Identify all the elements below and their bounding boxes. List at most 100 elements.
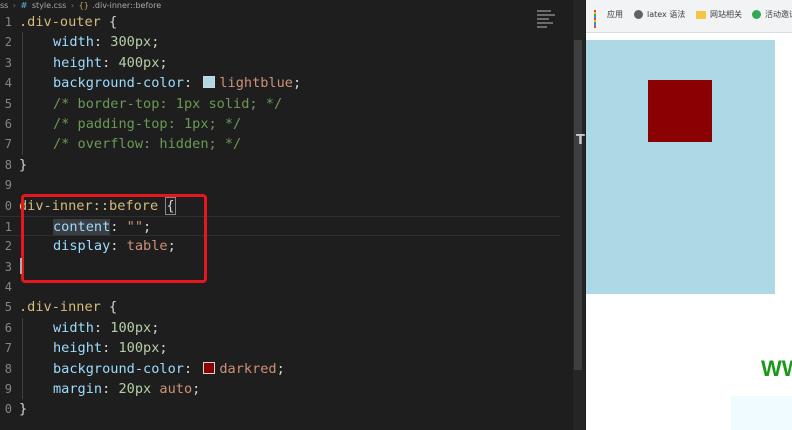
- code-text: }: [19, 155, 27, 175]
- code-text: height: 100px;: [53, 338, 168, 358]
- highlight-annotation-box: [21, 194, 207, 283]
- bookmark-apps[interactable]: 应用: [594, 9, 623, 28]
- code-token: ;: [151, 319, 160, 336]
- code-token: /* overflow: hidden; */: [53, 136, 242, 153]
- browser-preview: 应用 latex 语法 网站相关 活动邀请 WW: [586, 0, 792, 430]
- code-line[interactable]: 9 margin: 20px auto;: [0, 379, 560, 400]
- page-block-partial: [731, 396, 792, 430]
- site-favicon-icon: [752, 10, 761, 19]
- bookmark-latex[interactable]: latex 语法: [634, 9, 685, 20]
- code-text: width: 100px;: [53, 318, 159, 338]
- breadcrumb-file-prefix[interactable]: ss: [0, 0, 8, 11]
- code-token: ;: [159, 340, 168, 357]
- code-token: :: [183, 360, 201, 377]
- indent-guide: [22, 134, 23, 155]
- line-number: 7: [4, 341, 12, 356]
- apps-grid-icon: [594, 10, 603, 28]
- indent-guide: [22, 93, 23, 114]
- color-swatch[interactable]: [203, 76, 216, 89]
- bookmark-web-folder[interactable]: 网站相关: [696, 9, 742, 20]
- bookmark-label: latex 语法: [647, 10, 686, 19]
- breadcrumb-file-name[interactable]: style.css: [32, 0, 66, 11]
- code-token: width: [53, 34, 94, 51]
- code-line[interactable]: 4 background-color: lightblue;: [0, 73, 560, 94]
- code-token: .div-inner: [19, 299, 101, 316]
- code-editor[interactable]: ss › # style.css › {} .div-inner::before…: [0, 0, 586, 430]
- code-token: ;: [151, 34, 160, 51]
- indent-guide: [22, 358, 23, 380]
- line-number: 0: [4, 198, 12, 213]
- indent-guide: [22, 73, 23, 94]
- bookmark-activity[interactable]: 活动邀请: [752, 9, 792, 20]
- text-cursor: [20, 258, 22, 274]
- line-number: 2: [4, 35, 12, 50]
- line-number: 3: [4, 55, 12, 70]
- code-token: background-color: [53, 360, 184, 377]
- code-token: 400px: [118, 54, 160, 71]
- code-token: auto: [159, 381, 193, 398]
- code-line[interactable]: 8}: [0, 155, 560, 175]
- code-token: :: [102, 340, 119, 357]
- code-token: .div-outer: [19, 14, 101, 30]
- line-number: 4: [4, 76, 12, 91]
- code-token: background-color: [53, 75, 184, 92]
- code-text: /* padding-top: 1px; */: [53, 114, 241, 134]
- code-token: }: [19, 156, 28, 173]
- code-line[interactable]: 7 height: 100px;: [0, 338, 560, 359]
- indent-guide: [22, 52, 23, 74]
- code-line[interactable]: 2 width: 300px;: [0, 32, 560, 53]
- code-line[interactable]: 5 /* border-top: 1px solid; */: [0, 93, 560, 114]
- code-token: :: [93, 319, 111, 336]
- code-line[interactable]: 3 height: 400px;: [0, 52, 560, 74]
- line-number: 5: [4, 300, 12, 315]
- line-number: 6: [4, 320, 12, 335]
- code-token: lightblue: [219, 75, 293, 92]
- chevron-right-icon: ›: [70, 1, 75, 10]
- div-outer-preview: [586, 40, 775, 294]
- scrollbar-thumb[interactable]: [574, 40, 582, 370]
- code-line[interactable]: 7 /* overflow: hidden; */: [0, 134, 560, 155]
- code-token: {: [100, 299, 118, 316]
- code-token: 20px: [118, 381, 152, 398]
- line-number: 9: [4, 382, 12, 397]
- bookmarks-bar: 应用 latex 语法 网站相关 活动邀请: [586, 0, 792, 33]
- line-number: 1: [4, 219, 12, 234]
- line-number: 0: [4, 402, 12, 417]
- code-line[interactable]: 6 width: 100px;: [0, 317, 560, 339]
- code-text: /* border-top: 1px solid; */: [53, 94, 282, 114]
- code-text: .div-outer {: [19, 12, 117, 32]
- code-token: 100px: [110, 319, 152, 336]
- globe-icon: [634, 10, 643, 19]
- code-line[interactable]: 9: [0, 175, 560, 195]
- color-swatch[interactable]: [203, 361, 216, 374]
- div-inner-preview: [648, 80, 712, 142]
- code-line[interactable]: 1 .div-outer {: [0, 12, 560, 32]
- code-line[interactable]: 0}: [0, 399, 560, 419]
- code-line[interactable]: 5 .div-inner {: [0, 297, 560, 317]
- scrollbar-marker: T: [576, 133, 585, 148]
- code-token: 300px: [110, 34, 152, 51]
- code-token: width: [53, 319, 94, 336]
- code-token: ;: [293, 75, 302, 92]
- minimap[interactable]: [537, 10, 557, 30]
- code-token: 100px: [118, 340, 160, 357]
- code-text: margin: 20px auto;: [53, 379, 200, 399]
- breadcrumb-symbol[interactable]: .div-inner::before: [92, 0, 161, 11]
- code-text: .div-inner {: [19, 297, 117, 317]
- code-token: height: [53, 340, 103, 357]
- line-number: 9: [4, 178, 12, 193]
- code-token: height: [53, 54, 103, 71]
- indent-guide: [22, 317, 23, 339]
- line-number: 7: [4, 137, 12, 152]
- code-line[interactable]: 8 background-color: darkred;: [0, 358, 560, 380]
- code-token: ;: [159, 54, 168, 71]
- line-number: 4: [4, 280, 12, 295]
- code-token: /* border-top: 1px solid; */: [53, 95, 283, 112]
- code-line[interactable]: 6 /* padding-top: 1px; */: [0, 113, 560, 135]
- line-number: 1: [4, 15, 12, 29]
- css-selector-icon: {}: [78, 1, 89, 10]
- code-token: ;: [276, 360, 285, 377]
- indent-guide: [22, 32, 23, 53]
- bookmark-label: 应用: [607, 10, 623, 19]
- indent-guide: [22, 338, 23, 359]
